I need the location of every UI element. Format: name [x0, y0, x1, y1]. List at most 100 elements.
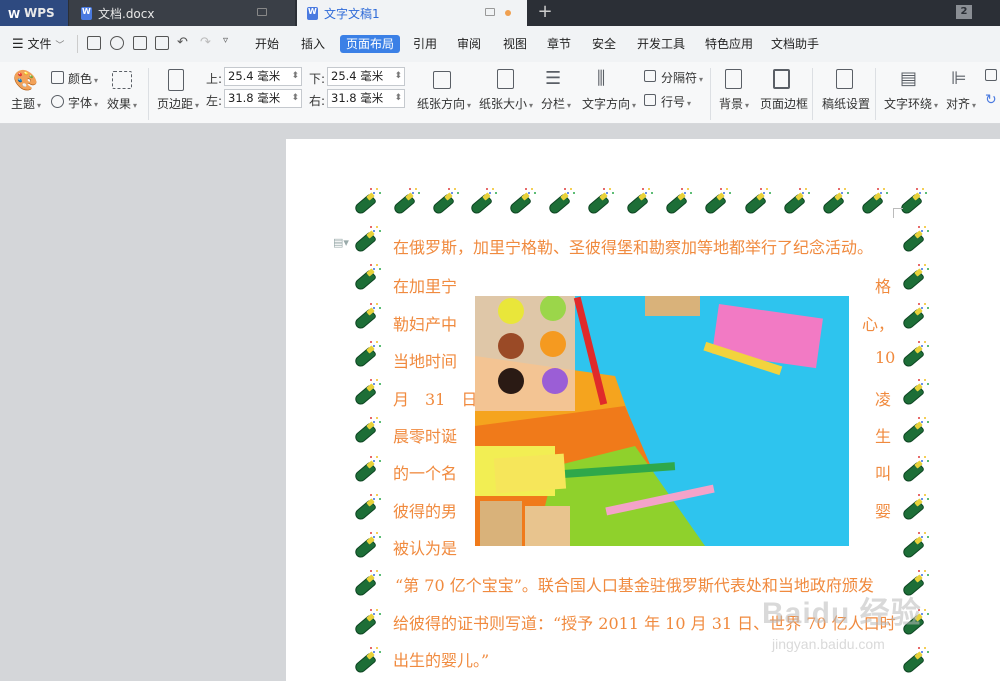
- tab-wps-home[interactable]: W WPS: [0, 0, 68, 26]
- inserted-image[interactable]: [475, 296, 849, 546]
- background-button[interactable]: 背景: [719, 95, 749, 112]
- tab-wps-label: WPS: [24, 6, 55, 20]
- menu-insert[interactable]: 插入: [301, 35, 325, 53]
- line-number-button[interactable]: 行号: [661, 93, 691, 110]
- unsaved-dot-icon: [505, 10, 511, 16]
- format-painter-icon[interactable]: [110, 36, 124, 50]
- menu-references[interactable]: 引用: [413, 35, 437, 53]
- text-wrap-icon: ▤: [900, 68, 918, 89]
- group-icon[interactable]: [985, 69, 997, 81]
- doc-paragraph-line[interactable]: 出生的婴儿。”: [393, 647, 489, 671]
- doc-wrap-left-line[interactable]: 当地时间: [393, 348, 457, 372]
- margins-icon: [168, 69, 184, 91]
- watermark-brand: Baidu 经验: [762, 597, 922, 630]
- ribbon-divider: [710, 68, 711, 120]
- color-button[interactable]: 颜色: [68, 70, 98, 87]
- monitor-icon[interactable]: [257, 8, 267, 16]
- bottle-border-icon: [661, 188, 692, 218]
- top-margin-input[interactable]: 25.4 毫米: [224, 67, 302, 86]
- palette-icon[interactable]: 🎨: [13, 68, 38, 92]
- manuscript-button[interactable]: 稿纸设置: [822, 95, 870, 112]
- right-margin-label: 右:: [309, 94, 326, 108]
- doc-wrap-left-line[interactable]: 在加里宁: [393, 273, 457, 297]
- menu-start[interactable]: 开始: [255, 35, 279, 53]
- page-border-icon: [773, 69, 790, 89]
- doc-wrap-left-line[interactable]: 晨零时诞: [393, 423, 457, 447]
- bottle-border-icon: [898, 417, 929, 447]
- paragraph-anchor-icon[interactable]: ▤▾: [333, 236, 349, 249]
- page-corner-mark: [893, 208, 903, 218]
- bottle-border-icon: [898, 456, 929, 486]
- theme-button[interactable]: 主题: [11, 95, 41, 112]
- monitor-icon[interactable]: [485, 8, 495, 16]
- bottle-border-icon: [350, 494, 381, 524]
- separator-button[interactable]: 分隔符: [661, 69, 703, 86]
- paper-size-icon: [497, 69, 514, 89]
- customize-quick-access-icon[interactable]: ▿: [223, 35, 228, 46]
- right-margin-input[interactable]: 31.8 毫米: [327, 89, 405, 108]
- text-wrap-button[interactable]: 文字环绕: [884, 95, 938, 112]
- file-menu[interactable]: ☰ 文件 ﹀: [12, 35, 64, 53]
- doc-wrap-left-line[interactable]: 被认为是: [393, 535, 457, 559]
- background-icon: [725, 69, 742, 89]
- menu-view[interactable]: 视图: [503, 35, 527, 53]
- top-margin-label: 上:: [206, 72, 223, 86]
- menu-doc-assistant[interactable]: 文档助手: [771, 35, 819, 53]
- menu-review[interactable]: 审阅: [457, 35, 481, 53]
- left-margin-label: 左:: [206, 94, 223, 108]
- text-direction-button[interactable]: 文字方向: [582, 95, 636, 112]
- page-border-button[interactable]: 页面边框: [760, 95, 808, 112]
- undo-icon[interactable]: ↶: [177, 35, 188, 50]
- rotate-icon[interactable]: ↻: [985, 92, 997, 108]
- doc-wrap-right-line[interactable]: 叫: [875, 460, 891, 484]
- bottom-margin-input[interactable]: 25.4 毫米: [327, 67, 405, 86]
- redo-icon[interactable]: ↷: [200, 35, 211, 50]
- tab-strip: W WPS 文档.docx 文字文稿1 + 2: [0, 0, 1000, 26]
- hamburger-icon: ☰: [12, 37, 24, 52]
- font-button[interactable]: 字体: [68, 94, 98, 111]
- tab-document-docx[interactable]: 文档.docx: [69, 0, 295, 26]
- text-direction-icon: ⫼: [597, 68, 606, 89]
- bottle-border-icon: [544, 188, 575, 218]
- tab-document-active[interactable]: 文字文稿1: [297, 0, 527, 26]
- print-preview-icon[interactable]: [155, 36, 169, 50]
- ribbon-divider: [875, 68, 876, 120]
- menu-chapter[interactable]: 章节: [547, 35, 571, 53]
- separator-icon: [644, 70, 656, 82]
- bottle-border-icon: [466, 188, 497, 218]
- doc-wrap-left-line[interactable]: 彼得的男: [393, 498, 457, 522]
- menu-security[interactable]: 安全: [592, 35, 616, 53]
- menu-special-apps[interactable]: 特色应用: [705, 35, 753, 53]
- left-margin-input[interactable]: 31.8 毫米: [224, 89, 302, 108]
- align-button[interactable]: 对齐: [946, 95, 976, 112]
- menu-developer[interactable]: 开发工具: [637, 35, 685, 53]
- new-tab-button[interactable]: +: [536, 2, 554, 22]
- doc-wrap-right-line[interactable]: 心，: [862, 311, 894, 335]
- doc-wrap-right-line[interactable]: 婴: [875, 498, 891, 522]
- bottle-border-icon: [350, 379, 381, 409]
- columns-button[interactable]: 分栏: [541, 95, 571, 112]
- print-icon[interactable]: [133, 36, 147, 50]
- doc-wrap-left-line[interactable]: 月 31 日: [393, 386, 477, 410]
- doc-wrap-right-line[interactable]: 生: [875, 423, 891, 447]
- window-count-badge[interactable]: 2: [956, 5, 972, 19]
- doc-wrap-right-line[interactable]: 凌: [875, 386, 891, 410]
- doc-wrap-left-line[interactable]: 的一个名: [393, 460, 457, 484]
- doc-paragraph-line[interactable]: 在俄罗斯，加里宁格勒、圣彼得堡和勘察加等地都举行了纪念活动。: [393, 234, 873, 258]
- menu-page-layout[interactable]: 页面布局: [340, 35, 401, 53]
- doc-wrap-right-line[interactable]: 10: [875, 348, 895, 367]
- bottle-border-icon: [350, 264, 381, 294]
- bottle-border-icon: [428, 188, 459, 218]
- doc-wrap-right-line[interactable]: 格: [875, 273, 891, 297]
- effect-button[interactable]: 效果: [107, 95, 137, 112]
- chevron-down-icon: ﹀: [55, 41, 65, 51]
- save-icon[interactable]: [87, 36, 101, 50]
- paper-size-button[interactable]: 纸张大小: [479, 95, 533, 112]
- bottle-border-icon: [350, 456, 381, 486]
- orientation-button[interactable]: 纸张方向: [417, 95, 471, 112]
- bottle-border-icon: [350, 570, 381, 600]
- wps-logo-icon: W: [8, 8, 21, 21]
- word-file-icon: [307, 6, 318, 20]
- margins-button[interactable]: 页边距: [157, 95, 199, 112]
- doc-wrap-left-line[interactable]: 勒妇产中: [393, 311, 457, 335]
